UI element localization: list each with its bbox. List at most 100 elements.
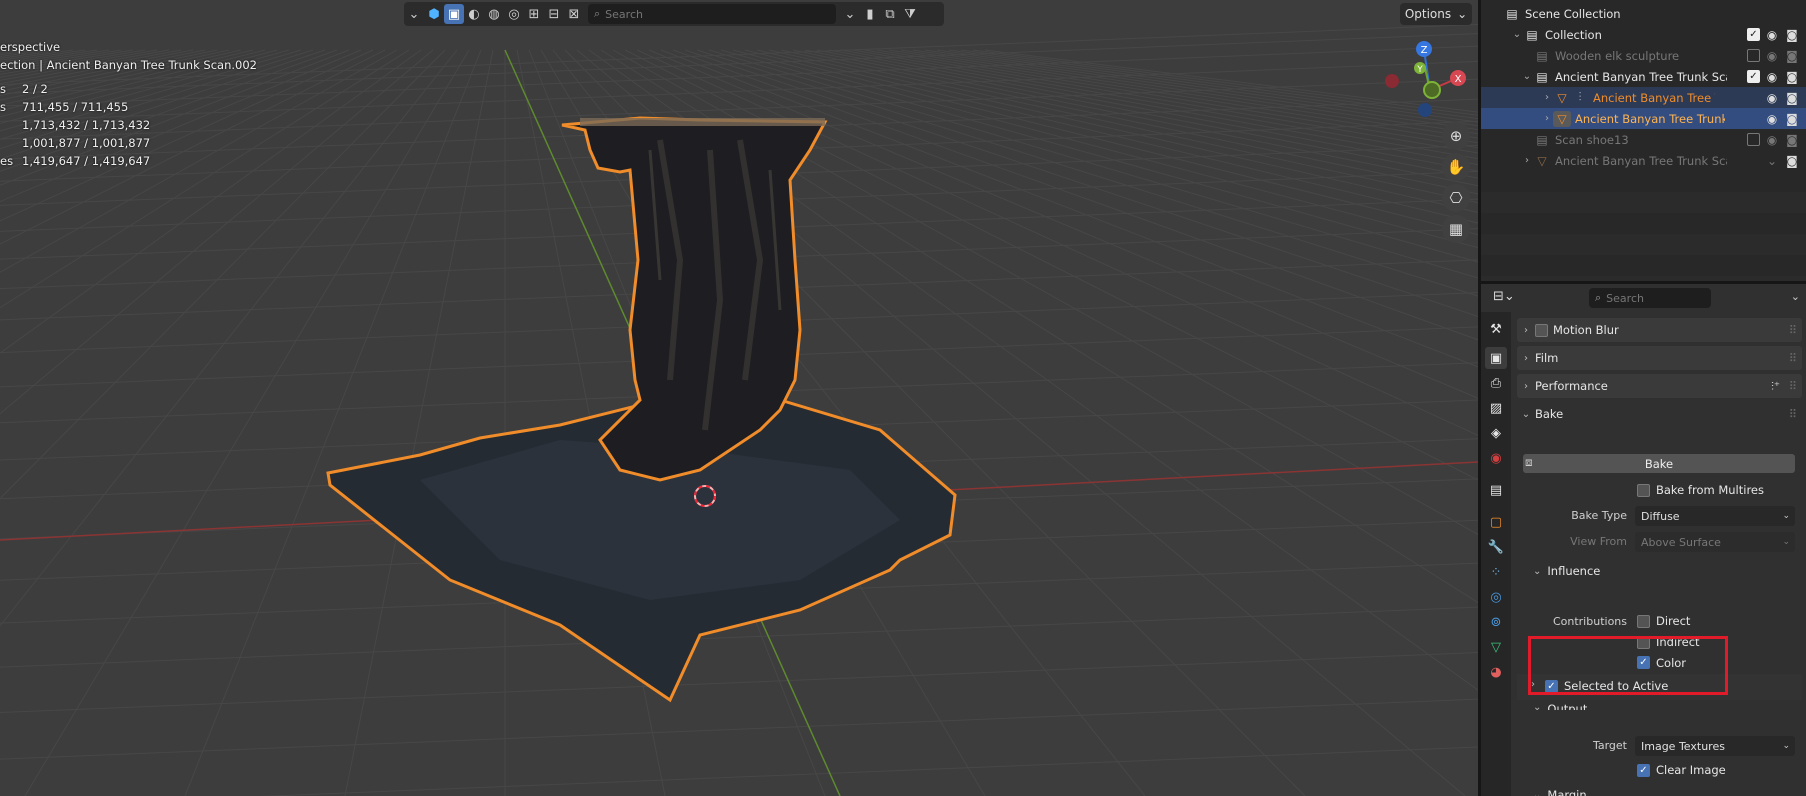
object-tab-icon[interactable]: ▢ <box>1485 511 1507 533</box>
direct-toggle[interactable]: Direct <box>1637 614 1690 628</box>
eye-icon[interactable]: ◉ <box>1764 49 1780 63</box>
gizmo-cube-icon[interactable]: ⬢ <box>424 4 444 24</box>
view-layer-tab-icon[interactable]: ▨ <box>1485 397 1507 419</box>
collapse-icon[interactable]: ⌄ <box>840 4 860 24</box>
exclude-checkbox[interactable]: ✓ <box>1747 70 1760 83</box>
exclude-checkbox[interactable] <box>1747 49 1760 62</box>
render-tab-icon[interactable]: ▣ <box>1485 347 1507 369</box>
modifier-tab-icon[interactable]: 🔧 <box>1485 536 1507 558</box>
tool-tab-icon[interactable]: ⚒ <box>1485 318 1507 340</box>
indirect-toggle[interactable]: Indirect <box>1637 635 1700 649</box>
eye-icon[interactable]: ◉ <box>1764 133 1780 147</box>
selected-to-active-subpanel[interactable]: › ✓ Selected to Active <box>1517 674 1802 700</box>
selected-to-active-toggle[interactable]: ✓ Selected to Active <box>1545 679 1668 693</box>
viewport-search-input[interactable] <box>605 7 806 21</box>
chevron-down-icon[interactable]: ⌄ <box>1511 29 1523 40</box>
clear-image-checkbox[interactable]: ✓ <box>1637 763 1650 777</box>
bookmark-icon[interactable]: ▮ <box>860 4 880 24</box>
render-camera-icon[interactable]: ◙ <box>1784 70 1800 84</box>
chevron-right-icon[interactable]: › <box>1541 92 1553 103</box>
panel-motion-blur[interactable]: › Motion Blur ⠿ <box>1517 318 1802 342</box>
outliner-row-banyan-object-active[interactable]: › ▽ Ancient Banyan Tree Trunk ◉ ◙ <box>1481 108 1806 129</box>
chevron-down-icon[interactable]: ⌄ <box>1521 71 1533 82</box>
material-shading-icon[interactable]: ◐ <box>464 4 484 24</box>
xray-icon[interactable]: ⊟ <box>544 4 564 24</box>
render-camera-icon[interactable]: ◙ <box>1784 133 1800 147</box>
panel-bake[interactable]: ⌄ Bake ⠿ <box>1517 402 1802 426</box>
ortho-grid-icon[interactable]: ▦ <box>1442 215 1470 243</box>
constraints-tab-icon[interactable]: ⊚ <box>1485 611 1507 633</box>
3d-viewport[interactable]: ⌄ ⬢ ▣ ◐ ◍ ◎ ⊞ ⊟ ⊠ ⌕ ⌄ ▮ ⧉ ⧩ Options ⌄ er… <box>0 0 1478 796</box>
render-shading-icon[interactable]: ◍ <box>484 4 504 24</box>
outliner-row-wooden-elk[interactable]: ▤ Wooden elk sculpture ◉ ◙ <box>1481 45 1806 66</box>
camera-icon[interactable]: ⊠ <box>564 4 584 24</box>
outliner-row-banyan-object-hidden[interactable]: › ▽ Ancient Banyan Tree Trunk Sca ⌄ ◙ <box>1481 150 1806 171</box>
exclude-checkbox[interactable]: ✓ <box>1747 28 1760 41</box>
panel-performance[interactable]: › Performance ⫶⁺ ⠿ <box>1517 374 1802 398</box>
view-from-dropdown[interactable]: Above Surface ⌄ <box>1635 532 1795 552</box>
view-layer-icon[interactable]: ⧉ <box>880 4 900 24</box>
bake-from-multires-toggle[interactable]: Bake from Multires <box>1637 483 1764 497</box>
render-camera-icon[interactable]: ◙ <box>1784 154 1800 168</box>
render-camera-icon[interactable]: ◙ <box>1784 91 1800 105</box>
presets-icon[interactable]: ⫶⁺ <box>1771 379 1780 394</box>
eye-icon[interactable]: ◉ <box>1764 91 1780 105</box>
selected-to-active-checkbox[interactable]: ✓ <box>1545 679 1558 693</box>
collection-tab-icon[interactable]: ▤ <box>1485 479 1507 501</box>
color-toggle[interactable]: ✓ Color <box>1637 656 1686 669</box>
panel-film[interactable]: › Film ⠿ <box>1517 346 1802 370</box>
neg-y-axis-icon[interactable] <box>1423 81 1441 99</box>
render-camera-icon[interactable]: ◙ <box>1784 112 1800 126</box>
world-tab-icon[interactable]: ◉ <box>1485 447 1507 469</box>
bake-type-dropdown[interactable]: Diffuse ⌄ <box>1635 506 1795 526</box>
indirect-checkbox[interactable] <box>1637 635 1650 649</box>
drag-grip-icon[interactable]: ⠿ <box>1789 379 1798 393</box>
color-checkbox[interactable]: ✓ <box>1637 656 1650 669</box>
eye-icon[interactable]: ◉ <box>1764 28 1780 42</box>
outliner-row-banyan-object-1[interactable]: › ▽ ⫶ Ancient Banyan Tree T ◉ ◙ <box>1481 87 1806 108</box>
outliner-row-scan-shoe[interactable]: ▤ Scan shoe13 ◉ ◙ <box>1481 129 1806 150</box>
exclude-checkbox[interactable] <box>1747 133 1760 146</box>
filter-icon[interactable]: ⧩ <box>900 4 920 24</box>
clear-image-toggle[interactable]: ✓ Clear Image <box>1637 763 1726 777</box>
outliner-row-scene-collection[interactable]: ▤ Scene Collection <box>1481 3 1806 24</box>
camera-view-icon[interactable]: ⎔ <box>1442 184 1470 212</box>
options-dropdown[interactable]: Options ⌄ <box>1400 3 1472 25</box>
direct-checkbox[interactable] <box>1637 614 1650 628</box>
neg-z-axis-icon[interactable] <box>1418 103 1432 117</box>
chevron-right-icon[interactable]: › <box>1521 155 1533 166</box>
bake-button[interactable]: Bake <box>1523 454 1795 473</box>
editor-type-icon[interactable]: ⊟⌄ <box>1493 289 1515 304</box>
data-tab-icon[interactable]: ▽ <box>1485 636 1507 658</box>
outliner-row-collection[interactable]: ⌄ ▤ Collection ✓ ◉ ◙ <box>1481 24 1806 45</box>
drag-grip-icon[interactable]: ⠿ <box>1789 323 1798 337</box>
particles-tab-icon[interactable]: ⁘ <box>1485 561 1507 583</box>
pan-hand-icon[interactable]: ✋ <box>1442 153 1470 181</box>
outliner-row-banyan-collection[interactable]: ⌄ ▤ Ancient Banyan Tree Trunk Sca ✓ ◉ ◙ <box>1481 66 1806 87</box>
navigation-gizmo[interactable]: Z X Y <box>1380 38 1470 128</box>
output-subpanel-header[interactable]: ⌄ Output <box>1533 702 1587 710</box>
viewport-search-field[interactable]: ⌕ <box>588 4 836 24</box>
output-tab-icon[interactable]: ⎙ <box>1485 372 1507 394</box>
material-tab-icon[interactable]: ◕ <box>1485 661 1507 683</box>
scene-tab-icon[interactable]: ◈ <box>1485 422 1507 444</box>
chevron-down-icon[interactable]: ⌄ <box>404 4 424 24</box>
margin-subpanel-header[interactable]: ⌄ Margin <box>1533 788 1587 796</box>
properties-search-field[interactable]: ⌕ <box>1589 288 1711 308</box>
properties-search-input[interactable] <box>1606 291 1702 305</box>
solid-shading-icon[interactable]: ▣ <box>444 4 464 24</box>
zoom-icon[interactable]: ⊕ <box>1442 122 1470 150</box>
overlay-icon[interactable]: ⊞ <box>524 4 544 24</box>
chevron-right-icon[interactable]: › <box>1541 113 1553 124</box>
render-camera-icon[interactable]: ◙ <box>1784 49 1800 63</box>
motion-blur-checkbox[interactable] <box>1535 323 1548 337</box>
wireframe-icon[interactable]: ◎ <box>504 4 524 24</box>
chevron-down-icon[interactable]: ⌄ <box>1791 290 1800 303</box>
render-camera-icon[interactable]: ◙ <box>1784 28 1800 42</box>
neg-x-axis-icon[interactable] <box>1385 74 1399 88</box>
target-dropdown[interactable]: Image Textures ⌄ <box>1635 736 1795 756</box>
drag-grip-icon[interactable]: ⠿ <box>1789 407 1798 421</box>
physics-tab-icon[interactable]: ◎ <box>1485 586 1507 608</box>
bake-from-multires-checkbox[interactable] <box>1637 483 1650 497</box>
influence-subpanel-header[interactable]: ⌄ Influence <box>1533 564 1600 578</box>
